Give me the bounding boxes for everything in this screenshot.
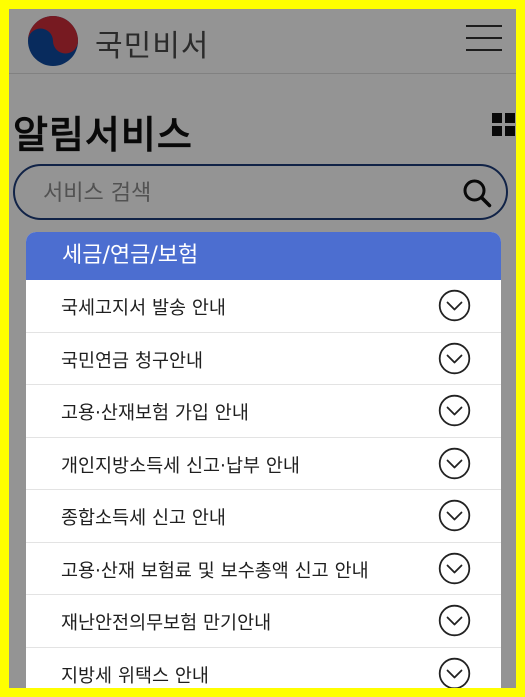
chevron-down-circle-icon[interactable]	[438, 604, 471, 637]
service-list-item[interactable]: 국민연금 청구안내	[26, 333, 501, 385]
service-item-label: 재난안전의무보험 만기안내	[61, 613, 272, 634]
service-item-label: 종합소득세 신고 안내	[61, 508, 226, 529]
chevron-down-circle-icon[interactable]	[438, 552, 471, 585]
service-list-item[interactable]: 고용·산재보험 가입 안내	[26, 385, 501, 438]
service-dropdown: 세금/연금/보험 국세고지서 발송 안내국민연금 청구안내고용·산재보험 가입 …	[26, 232, 501, 688]
category-header[interactable]: 세금/연금/보험	[26, 232, 501, 280]
service-item-label: 고용·산재 보험료 및 보수총액 신고 안내	[61, 560, 369, 582]
service-list-item[interactable]: 고용·산재 보험료 및 보수총액 신고 안내	[26, 543, 501, 595]
service-list-item[interactable]: 재난안전의무보험 만기안내	[26, 595, 501, 648]
service-item-label: 국세고지서 발송 안내	[61, 298, 226, 319]
chevron-down-circle-icon[interactable]	[438, 657, 471, 689]
service-item-label: 국민연금 청구안내	[61, 350, 204, 372]
service-item-label: 지방세 위택스 안내	[61, 665, 209, 687]
service-item-label: 고용·산재보험 가입 안내	[61, 403, 249, 424]
chevron-down-circle-icon[interactable]	[438, 394, 471, 427]
service-list-item[interactable]: 국세고지서 발송 안내	[26, 280, 501, 333]
service-item-label: 개인지방소득세 신고·납부 안내	[61, 455, 300, 477]
chevron-down-circle-icon[interactable]	[438, 447, 471, 480]
chevron-down-circle-icon[interactable]	[438, 289, 471, 322]
app-frame: 국민비서 알림서비스 세금/연금/보험 국세고지서 발송 안내국민연금 청구안내…	[9, 9, 516, 688]
service-list-item[interactable]: 개인지방소득세 신고·납부 안내	[26, 438, 501, 490]
service-list-item[interactable]: 지방세 위택스 안내	[26, 648, 501, 689]
chevron-down-circle-icon[interactable]	[438, 342, 471, 375]
chevron-down-circle-icon[interactable]	[438, 499, 471, 532]
service-list-item[interactable]: 종합소득세 신고 안내	[26, 490, 501, 543]
